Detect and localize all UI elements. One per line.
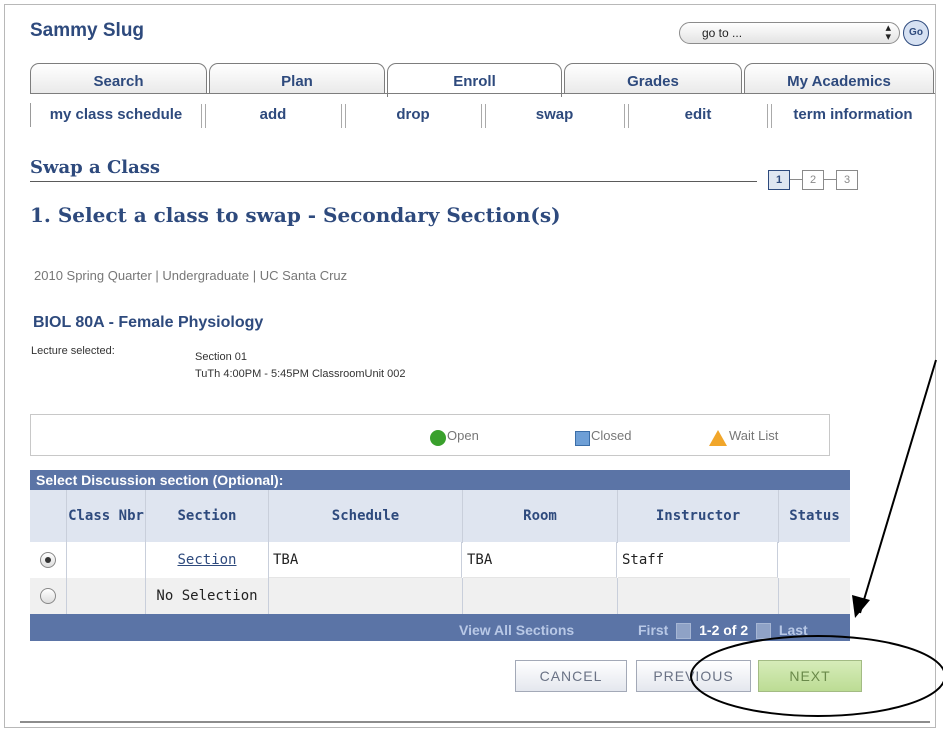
subtab-term-information[interactable]: term information — [774, 103, 932, 127]
tab-search[interactable]: Search — [30, 63, 207, 94]
header-instructor: Instructor — [618, 490, 779, 543]
last-link[interactable]: Last — [779, 622, 808, 638]
table-row[interactable] — [30, 542, 67, 579]
pager: First 1-2 of 2 Last — [638, 614, 808, 646]
header-schedule: Schedule — [269, 490, 463, 543]
legend-wait-list: Wait List — [729, 428, 779, 443]
instructor-cell: Staff — [618, 542, 778, 578]
legend-open: Open — [447, 428, 479, 443]
section-link-cell: Section — [146, 542, 269, 579]
tab-divider — [30, 93, 935, 94]
next-page-icon[interactable] — [756, 623, 772, 640]
closed-icon — [575, 431, 590, 446]
subtab-separator — [767, 104, 772, 128]
radio-selected[interactable] — [40, 552, 56, 568]
header-section: Section — [146, 490, 269, 543]
previous-button[interactable]: PREVIOUS — [636, 660, 751, 692]
table-row[interactable] — [30, 578, 67, 614]
header-class-nbr: Class Nbr — [67, 490, 146, 543]
view-all-sections-link[interactable]: View All Sections — [459, 614, 574, 646]
subtab-edit[interactable]: edit — [631, 103, 765, 127]
class-nbr-cell — [67, 542, 146, 579]
tab-grades[interactable]: Grades — [564, 63, 742, 94]
grid-title-text: Select Discussion section (Optional): — [36, 472, 284, 488]
first-link[interactable]: First — [638, 622, 668, 638]
subtab-separator — [341, 104, 346, 128]
subtab-separator — [624, 104, 629, 128]
legend-closed: Closed — [591, 428, 632, 443]
room-cell — [463, 578, 618, 614]
goto-select[interactable]: go to ... ▴ ▾ — [679, 22, 900, 44]
bottom-divider — [20, 721, 930, 723]
app-title: Sammy Slug — [30, 20, 145, 41]
step-indicator: 2 — [802, 170, 824, 190]
go-button[interactable]: Go — [903, 20, 929, 46]
section-link[interactable]: Section — [177, 552, 236, 568]
cancel-button[interactable]: CANCEL — [515, 660, 627, 692]
lecture-section: Section 01 — [195, 351, 247, 363]
page-subtitle: 1. Select a class to swap - Secondary Se… — [30, 203, 561, 227]
grid-title: Select Discussion section (Optional): — [30, 470, 850, 490]
lecture-label: Lecture selected: — [31, 345, 115, 357]
open-icon — [430, 430, 446, 446]
step-indicator: 3 — [836, 170, 858, 190]
section-cell: No Selection — [146, 578, 269, 614]
subtab-swap[interactable]: swap — [488, 103, 621, 127]
wait-list-icon — [709, 430, 727, 446]
status-cell — [779, 542, 850, 579]
tab-enroll[interactable]: Enroll — [387, 63, 562, 97]
step-connector — [824, 179, 836, 180]
term-info: 2010 Spring Quarter | Undergraduate | UC… — [34, 268, 348, 283]
lecture-time: TuTh 4:00PM - 5:45PM ClassroomUnit 002 — [195, 368, 406, 380]
subtab-my-class-schedule[interactable]: my class schedule — [30, 103, 201, 127]
page-title: Swap a Class — [30, 157, 161, 178]
title-rule — [30, 181, 757, 182]
room-cell: TBA — [463, 542, 617, 578]
course-title: BIOL 80A - Female Physiology — [33, 314, 264, 331]
subtab-separator — [481, 104, 486, 128]
class-nbr-cell — [67, 578, 146, 614]
status-legend: Open Closed Wait List — [30, 414, 830, 456]
header-status: Status — [779, 490, 850, 543]
radio-unselected[interactable] — [40, 588, 56, 604]
schedule-cell: TBA — [269, 542, 462, 578]
instructor-cell — [618, 578, 779, 614]
status-cell — [779, 578, 850, 614]
schedule-cell — [269, 578, 463, 614]
subtab-drop[interactable]: drop — [348, 103, 478, 127]
tab-my-academics[interactable]: My Academics — [744, 63, 934, 94]
header-select — [30, 490, 67, 543]
goto-value: go to ... — [702, 26, 743, 40]
page-range: 1-2 of 2 — [699, 622, 749, 638]
prev-page-icon[interactable] — [676, 623, 692, 640]
step-connector — [790, 179, 802, 180]
subtab-add[interactable]: add — [208, 103, 338, 127]
tab-plan[interactable]: Plan — [209, 63, 385, 94]
next-button[interactable]: NEXT — [758, 660, 862, 692]
select-arrows-icon: ▴ ▾ — [885, 22, 891, 43]
subtab-separator — [201, 104, 206, 128]
step-indicator: 1 — [768, 170, 790, 190]
grid-footer: View All Sections First 1-2 of 2 Last — [30, 614, 850, 641]
header-room: Room — [463, 490, 618, 543]
